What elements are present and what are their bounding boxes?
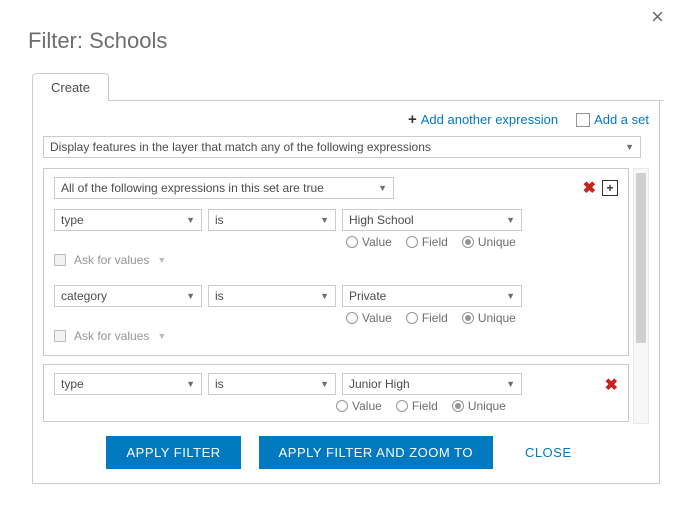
ask-values-row[interactable]: Ask for values ▼: [54, 253, 618, 267]
close-icon[interactable]: ×: [651, 6, 664, 28]
value-dropdown[interactable]: Private ▼: [342, 285, 522, 307]
radio-value[interactable]: Value: [336, 399, 382, 413]
chevron-down-icon: ▼: [625, 142, 634, 152]
add-set-label: Add a set: [594, 112, 649, 127]
field-dropdown[interactable]: type ▼: [54, 209, 202, 231]
match-dropdown[interactable]: Display features in the layer that match…: [43, 136, 641, 158]
scrollbar[interactable]: [633, 168, 649, 424]
chevron-down-icon: ▼: [506, 215, 515, 225]
add-expression-label: Add another expression: [421, 112, 558, 127]
delete-expression-icon[interactable]: ✖: [605, 375, 618, 395]
radio-field[interactable]: Field: [406, 311, 448, 325]
close-button[interactable]: CLOSE: [511, 436, 586, 469]
set-match-dropdown[interactable]: All of the following expressions in this…: [54, 177, 394, 199]
value-dropdown[interactable]: High School ▼: [342, 209, 522, 231]
chevron-down-icon: ▼: [186, 291, 195, 301]
radio-unique[interactable]: Unique: [462, 311, 516, 325]
expression-set: All of the following expressions in this…: [43, 168, 629, 356]
add-set-link[interactable]: Add a set: [576, 112, 649, 127]
chevron-down-icon: ▼: [320, 291, 329, 301]
apply-filter-zoom-button[interactable]: APPLY FILTER AND ZOOM TO: [259, 436, 493, 469]
dialog-title: Filter: Schools: [28, 28, 664, 54]
radio-field[interactable]: Field: [406, 235, 448, 249]
checkbox-icon: [54, 254, 66, 266]
footer: APPLY FILTER APPLY FILTER AND ZOOM TO CL…: [43, 436, 649, 469]
radio-unique[interactable]: Unique: [462, 235, 516, 249]
checkbox-icon: [54, 330, 66, 342]
set-checkbox-icon: [576, 113, 590, 127]
value-dropdown[interactable]: Junior High ▼: [342, 373, 522, 395]
chevron-down-icon: ▼: [378, 183, 387, 193]
radio-unique[interactable]: Unique: [452, 399, 506, 413]
radio-field[interactable]: Field: [396, 399, 438, 413]
chevron-down-icon: ▼: [320, 215, 329, 225]
expression-list: All of the following expressions in this…: [43, 168, 629, 424]
field-dropdown[interactable]: category ▼: [54, 285, 202, 307]
chevron-down-icon: ▼: [157, 255, 166, 265]
expression-scroll: All of the following expressions in this…: [43, 168, 649, 424]
field-dropdown[interactable]: type ▼: [54, 373, 202, 395]
match-label: Display features in the layer that match…: [50, 140, 431, 154]
chevron-down-icon: ▼: [506, 379, 515, 389]
expression-row: type ▼ is ▼ High School ▼: [54, 209, 618, 267]
apply-filter-button[interactable]: APPLY FILTER: [106, 436, 240, 469]
set-match-label: All of the following expressions in this…: [61, 181, 324, 195]
radio-value[interactable]: Value: [346, 311, 392, 325]
tab-bar: Create: [32, 72, 664, 101]
scroll-thumb[interactable]: [636, 173, 646, 343]
chevron-down-icon: ▼: [186, 379, 195, 389]
panel: + Add another expression Add a set Displ…: [32, 101, 660, 484]
operator-dropdown[interactable]: is ▼: [208, 285, 336, 307]
add-expression-link[interactable]: + Add another expression: [408, 111, 558, 128]
filter-dialog: × Filter: Schools Create + Add another e…: [28, 6, 664, 484]
chevron-down-icon: ▼: [186, 215, 195, 225]
radio-value[interactable]: Value: [346, 235, 392, 249]
operator-dropdown[interactable]: is ▼: [208, 209, 336, 231]
top-actions: + Add another expression Add a set: [43, 111, 649, 128]
tab-create[interactable]: Create: [32, 73, 109, 101]
operator-dropdown[interactable]: is ▼: [208, 373, 336, 395]
expression-row: category ▼ is ▼ Private ▼: [54, 285, 618, 343]
delete-set-icon[interactable]: ✖: [583, 178, 596, 198]
chevron-down-icon: ▼: [320, 379, 329, 389]
chevron-down-icon: ▼: [157, 331, 166, 341]
plus-icon: +: [408, 111, 417, 128]
chevron-down-icon: ▼: [506, 291, 515, 301]
expression-row: ✖ type ▼ is ▼ Junior High ▼: [43, 364, 629, 422]
ask-values-row[interactable]: Ask for values ▼: [54, 329, 618, 343]
add-to-set-icon[interactable]: +: [602, 180, 618, 196]
